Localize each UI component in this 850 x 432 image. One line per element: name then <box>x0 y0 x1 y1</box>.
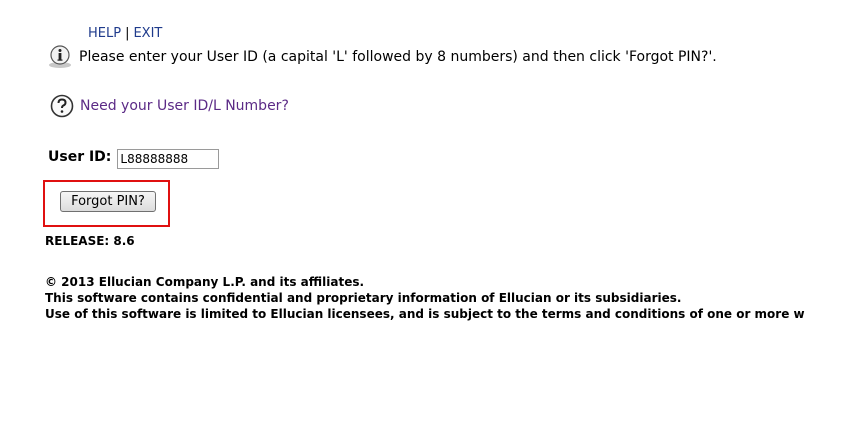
userid-row: User ID: <box>48 144 220 169</box>
need-user-id-link[interactable]: Need your User ID/L Number? <box>80 97 289 115</box>
userid-input[interactable] <box>117 149 220 169</box>
help-row: Need your User ID/L Number? <box>49 93 289 119</box>
forgot-pin-button[interactable]: Forgot PIN? <box>60 191 156 212</box>
help-link[interactable]: HELP <box>88 26 121 41</box>
userid-label: User ID: <box>48 148 112 165</box>
info-message: Please enter your User ID (a capital 'L'… <box>47 44 717 70</box>
nav-separator: | <box>125 26 130 41</box>
question-icon <box>49 93 75 119</box>
top-nav: HELP | EXIT <box>88 25 162 42</box>
page: HELP | EXIT Please enter your User ID (a c… <box>0 0 850 432</box>
release-text: RELEASE: 8.6 <box>45 234 135 248</box>
exit-link[interactable]: EXIT <box>133 26 162 41</box>
license-line: Use of this software is limited to Elluc… <box>45 307 805 321</box>
copyright-line: © 2013 Ellucian Company L.P. and its aff… <box>45 275 365 289</box>
info-icon <box>47 44 73 70</box>
info-text: Please enter your User ID (a capital 'L'… <box>79 49 717 65</box>
confidential-line: This software contains confidential and … <box>45 291 682 305</box>
footer: © 2013 Ellucian Company L.P. and its aff… <box>45 274 805 322</box>
